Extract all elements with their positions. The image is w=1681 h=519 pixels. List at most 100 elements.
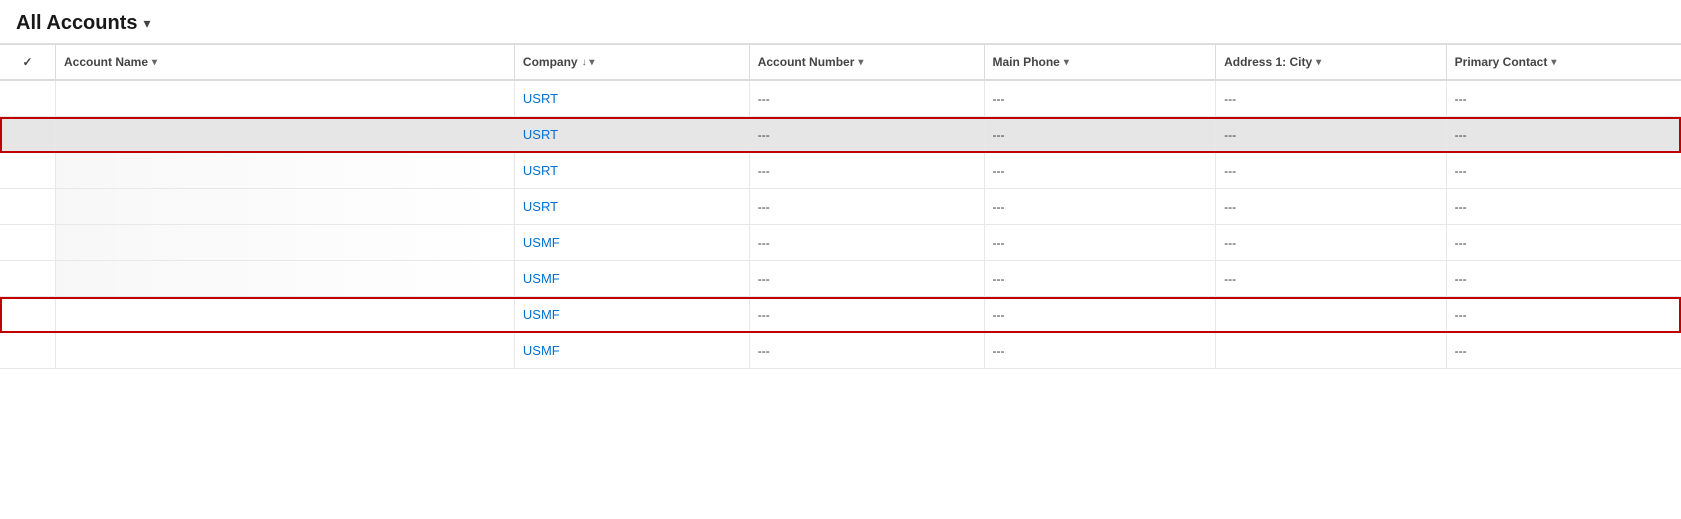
- col-company-sort-icon: ↓ ▾: [582, 57, 595, 68]
- company-link[interactable]: USMF: [523, 343, 560, 358]
- col-check[interactable]: ✓: [0, 45, 55, 81]
- cell-primary-contact: ---: [1446, 80, 1681, 117]
- cell-check: [0, 80, 55, 117]
- col-address-city[interactable]: Address 1: City ▾: [1216, 45, 1447, 81]
- page-container: All Accounts ▾ ✓: [0, 0, 1681, 519]
- cell-address-city: ---: [1216, 261, 1447, 297]
- cell-check: [0, 189, 55, 225]
- company-link[interactable]: USRT: [523, 163, 558, 178]
- col-address-city-sort-icon: ▾: [1316, 57, 1321, 68]
- cell-account-name: [55, 225, 514, 261]
- cell-company[interactable]: USRT: [514, 80, 749, 117]
- cell-account-number: ---: [749, 153, 984, 189]
- cell-main-phone: ---: [984, 117, 1216, 153]
- cell-main-phone: ---: [984, 297, 1216, 333]
- col-address-city-label: Address 1: City: [1224, 55, 1312, 69]
- cell-account-name: [55, 117, 514, 153]
- col-account-name[interactable]: Account Name ▾: [55, 45, 514, 81]
- table-row[interactable]: USRT------------: [0, 80, 1681, 117]
- table-body: USRT------------USRT------------USRT----…: [0, 80, 1681, 369]
- cell-account-number: ---: [749, 117, 984, 153]
- cell-main-phone: ---: [984, 153, 1216, 189]
- cell-account-number: ---: [749, 225, 984, 261]
- cell-main-phone: ---: [984, 261, 1216, 297]
- col-main-phone-sort-icon: ▾: [1064, 57, 1069, 68]
- company-link[interactable]: USMF: [523, 307, 560, 322]
- check-icon: ✓: [22, 55, 32, 69]
- col-account-number-label: Account Number: [758, 55, 855, 69]
- col-main-phone[interactable]: Main Phone ▾: [984, 45, 1216, 81]
- table-row[interactable]: USMF------------: [0, 261, 1681, 297]
- col-account-name-sort-icon: ▾: [152, 57, 157, 68]
- col-primary-contact[interactable]: Primary Contact ▾: [1446, 45, 1681, 81]
- company-link[interactable]: USMF: [523, 235, 560, 250]
- cell-primary-contact: ---: [1446, 297, 1681, 333]
- cell-primary-contact: ---: [1446, 117, 1681, 153]
- company-link[interactable]: USMF: [523, 271, 560, 286]
- cell-company[interactable]: USMF: [514, 225, 749, 261]
- cell-company[interactable]: USMF: [514, 261, 749, 297]
- accounts-table: ✓ Account Name ▾ Company ↓ ▾: [0, 44, 1681, 369]
- cell-check: [0, 225, 55, 261]
- cell-check: [0, 261, 55, 297]
- table-header-row: ✓ Account Name ▾ Company ↓ ▾: [0, 45, 1681, 81]
- cell-main-phone: ---: [984, 333, 1216, 369]
- col-primary-contact-sort-icon: ▾: [1551, 57, 1556, 68]
- cell-address-city: [1216, 333, 1447, 369]
- cell-address-city: ---: [1216, 80, 1447, 117]
- cell-address-city: ---: [1216, 117, 1447, 153]
- cell-check: [0, 153, 55, 189]
- cell-address-city: ---: [1216, 153, 1447, 189]
- cell-primary-contact: ---: [1446, 189, 1681, 225]
- col-account-name-label: Account Name: [64, 55, 148, 69]
- cell-account-name: [55, 80, 514, 117]
- cell-account-name: [55, 297, 514, 333]
- accounts-table-container: ✓ Account Name ▾ Company ↓ ▾: [0, 44, 1681, 369]
- company-link[interactable]: USRT: [523, 127, 558, 142]
- company-link[interactable]: USRT: [523, 91, 558, 106]
- header-chevron-icon[interactable]: ▾: [144, 15, 151, 32]
- col-main-phone-label: Main Phone: [993, 55, 1060, 69]
- cell-primary-contact: ---: [1446, 261, 1681, 297]
- cell-main-phone: ---: [984, 189, 1216, 225]
- table-row[interactable]: USMF---------: [0, 333, 1681, 369]
- table-row[interactable]: USRT------------: [0, 153, 1681, 189]
- cell-main-phone: ---: [984, 80, 1216, 117]
- page-header: All Accounts ▾: [0, 0, 1681, 44]
- company-link[interactable]: USRT: [523, 199, 558, 214]
- cell-address-city: ---: [1216, 225, 1447, 261]
- table-row[interactable]: USMF------------: [0, 225, 1681, 261]
- cell-account-number: ---: [749, 333, 984, 369]
- cell-check: [0, 117, 55, 153]
- cell-primary-contact: ---: [1446, 225, 1681, 261]
- col-company[interactable]: Company ↓ ▾: [514, 45, 749, 81]
- cell-company[interactable]: USMF: [514, 297, 749, 333]
- cell-account-name: [55, 333, 514, 369]
- cell-company[interactable]: USRT: [514, 189, 749, 225]
- table-row[interactable]: USRT------------: [0, 189, 1681, 225]
- cell-company[interactable]: USMF: [514, 333, 749, 369]
- page-title: All Accounts: [16, 12, 138, 35]
- table-row[interactable]: USMF---------: [0, 297, 1681, 333]
- cell-address-city: ---: [1216, 189, 1447, 225]
- cell-account-number: ---: [749, 297, 984, 333]
- cell-account-name: [55, 189, 514, 225]
- cell-main-phone: ---: [984, 225, 1216, 261]
- cell-account-number: ---: [749, 261, 984, 297]
- cell-account-name: [55, 153, 514, 189]
- cell-company[interactable]: USRT: [514, 153, 749, 189]
- cell-check: [0, 333, 55, 369]
- col-primary-contact-label: Primary Contact: [1455, 55, 1548, 69]
- cell-company[interactable]: USRT: [514, 117, 749, 153]
- cell-account-name: [55, 261, 514, 297]
- cell-address-city: [1216, 297, 1447, 333]
- cell-primary-contact: ---: [1446, 333, 1681, 369]
- cell-primary-contact: ---: [1446, 153, 1681, 189]
- cell-account-number: ---: [749, 189, 984, 225]
- table-row[interactable]: USRT------------: [0, 117, 1681, 153]
- cell-check: [0, 297, 55, 333]
- cell-account-number: ---: [749, 80, 984, 117]
- col-account-number[interactable]: Account Number ▾: [749, 45, 984, 81]
- col-account-number-sort-icon: ▾: [858, 57, 863, 68]
- col-company-label: Company: [523, 55, 578, 69]
